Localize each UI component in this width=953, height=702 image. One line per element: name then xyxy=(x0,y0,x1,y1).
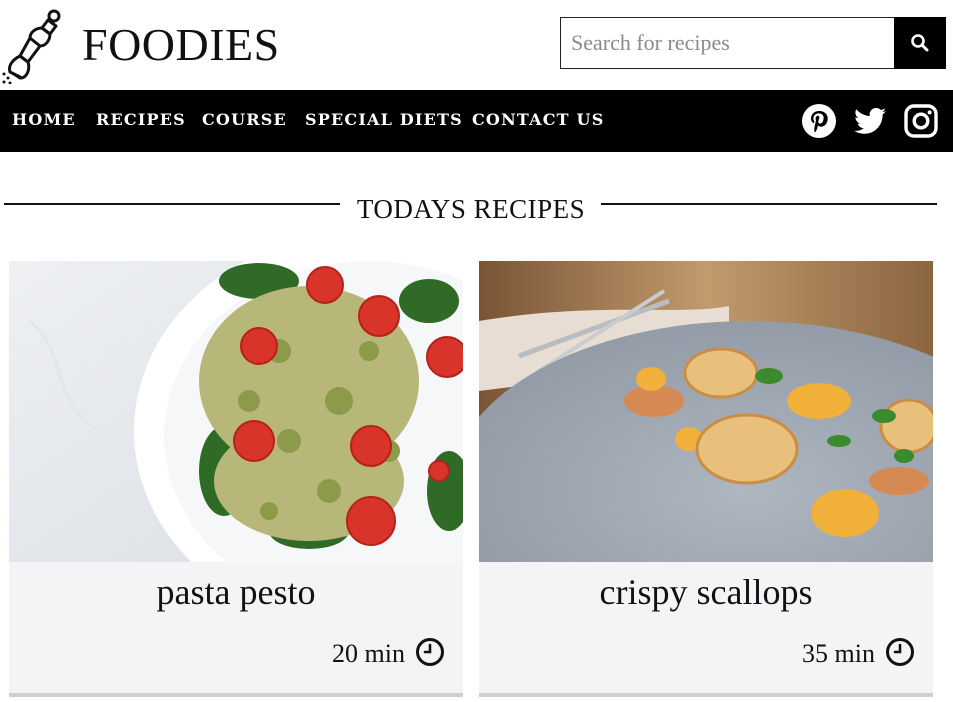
nav-item-course[interactable]: COURSE xyxy=(202,112,287,128)
crispy-scallops-photo[interactable] xyxy=(479,261,933,562)
twitter-icon[interactable] xyxy=(852,103,888,139)
site-header: FOODIES xyxy=(0,0,953,90)
nav-item-home[interactable]: HOME xyxy=(12,112,76,128)
search-input[interactable] xyxy=(561,18,894,67)
search-bar xyxy=(560,16,946,69)
nav-item-recipes[interactable]: RECIPES xyxy=(96,112,186,128)
pinterest-icon[interactable] xyxy=(801,103,837,139)
nav-item-special-diets[interactable]: SPECIAL DIETS xyxy=(305,112,463,128)
main-nav: HOME RECIPES COURSE SPECIAL DIETS CONTAC… xyxy=(0,90,953,152)
instagram-icon[interactable] xyxy=(903,103,939,139)
pasta-pesto-photo[interactable] xyxy=(9,261,463,562)
recipe-time: 20 min xyxy=(332,639,405,668)
pepper-mill-icon[interactable] xyxy=(0,4,70,84)
nav-item-contact-us[interactable]: CONTACT US xyxy=(472,112,604,128)
recipe-time: 35 min xyxy=(802,639,875,668)
search-icon xyxy=(911,33,929,51)
section-title: TODAYS RECIPES xyxy=(356,194,586,224)
clock-icon xyxy=(416,638,444,666)
divider-left xyxy=(4,203,340,205)
search-button[interactable] xyxy=(894,16,946,69)
divider-right xyxy=(601,203,937,205)
clock-icon xyxy=(886,638,914,666)
recipe-title[interactable]: crispy scallops xyxy=(479,571,933,613)
brand-name[interactable]: FOODIES xyxy=(82,22,280,68)
recipe-card[interactable]: pasta pesto 20 min xyxy=(9,261,463,697)
section-header: TODAYS RECIPES xyxy=(0,186,953,230)
recipe-card[interactable]: crispy scallops 35 min xyxy=(479,261,933,697)
recipe-title[interactable]: pasta pesto xyxy=(9,571,463,613)
